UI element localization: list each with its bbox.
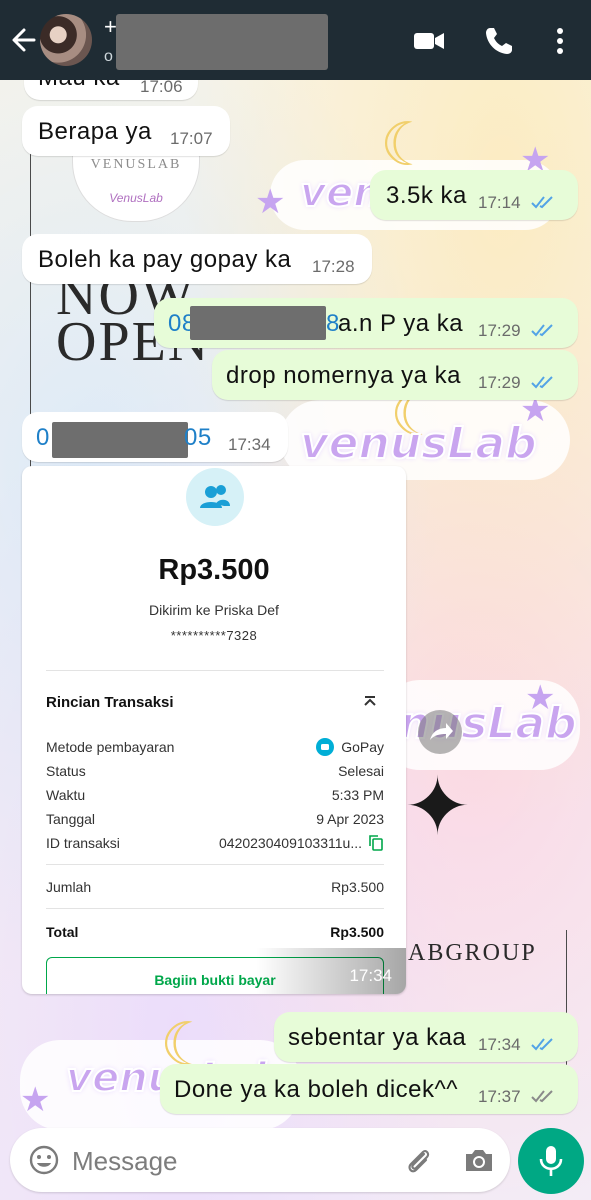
phone-number-link[interactable]: 05 [184, 424, 212, 452]
outgoing-message[interactable]: 3.5k ka 17:14 [370, 170, 578, 220]
badge-title: VENUSLAB [90, 157, 182, 172]
message-text: drop nomernya ya ka [226, 362, 461, 389]
phone-number-link[interactable]: 0 [36, 424, 50, 452]
contact-name[interactable]: + [104, 14, 117, 40]
outgoing-message[interactable]: Done ya ka boleh dicek^^ 17:37 [160, 1064, 578, 1114]
message-time: 17:14 [478, 193, 521, 212]
message-time: 17:34 [349, 966, 392, 985]
more-vert-icon[interactable] [543, 24, 577, 58]
message-time: 17:29 [478, 321, 521, 340]
redacted-phone-number [190, 306, 326, 340]
message-text: Done ya ka boleh dicek^^ [174, 1076, 459, 1103]
divider [46, 864, 384, 865]
receipt-subtotal-value: Rp3.500 [331, 879, 384, 895]
incoming-message[interactable]: Boleh ka pay gopay ka 17:28 [22, 234, 372, 284]
read-ticks-icon [531, 376, 553, 389]
outgoing-message[interactable]: sebentar ya kaa 17:34 [274, 1012, 578, 1062]
receipt-row-value: Selesai [338, 763, 384, 779]
contact-avatar[interactable] [40, 14, 92, 66]
venuslab-logo: venusLab [299, 417, 538, 470]
receipt-total-label: Total [46, 924, 79, 940]
read-ticks-icon [531, 196, 553, 209]
voice-call-icon[interactable] [482, 24, 516, 58]
receipt-row-label: ID transaksi [46, 835, 120, 851]
voice-message-button[interactable] [518, 1128, 584, 1194]
badge-subtitle: VenusLab [109, 191, 163, 205]
message-text: Berapa ya [38, 118, 152, 145]
receipt-row-value: 0420230409103311u... [219, 835, 362, 851]
contact-status[interactable]: o [104, 48, 113, 66]
outgoing-message[interactable]: 08 8 a.n P ya ka 17:29 [154, 298, 578, 348]
receipt-row-label: Metode pembayaran [46, 739, 175, 755]
receipt-row-value: 9 Apr 2023 [316, 811, 384, 827]
read-ticks-icon [531, 324, 553, 337]
receipt-row-label: Waktu [46, 787, 86, 803]
message-time: 17:07 [170, 129, 213, 148]
divider [46, 670, 384, 671]
incoming-message[interactable]: 0 05 17:34 [22, 412, 288, 462]
message-time: 17:34 [478, 1035, 521, 1054]
message-time: 17:29 [478, 373, 521, 392]
receipt-subtotal-label: Jumlah [46, 879, 92, 895]
camera-icon[interactable] [462, 1144, 496, 1176]
receipt-recipient: Dikirim ke Priska Def [149, 602, 279, 618]
transfer-icon [186, 468, 244, 526]
message-text: a.n P ya ka [338, 310, 464, 337]
receipt-image-message[interactable]: Rp3.500 Dikirim ke Priska Def **********… [22, 466, 406, 994]
message-text: Boleh ka pay gopay ka [38, 246, 292, 273]
message-time: 17:37 [478, 1087, 521, 1106]
gopay-icon [316, 738, 334, 756]
receipt-row-value: 5:33 PM [331, 787, 384, 803]
receipt-row-label: Tanggal [46, 811, 96, 827]
receipt-row-value: GoPay [341, 739, 384, 755]
delivered-ticks-icon [531, 1090, 553, 1103]
receipt-total-value: Rp3.500 [330, 924, 384, 940]
outgoing-message[interactable]: drop nomernya ya ka 17:29 [212, 350, 578, 400]
receipt-section-title: Rincian Transaksi [46, 694, 174, 711]
message-composer [10, 1128, 510, 1192]
message-text: 3.5k ka [386, 182, 467, 209]
forward-button[interactable] [418, 710, 462, 754]
forward-icon [430, 723, 453, 740]
video-call-icon[interactable] [412, 24, 446, 58]
message-time: 17:34 [228, 435, 271, 454]
read-ticks-icon [531, 1038, 553, 1051]
incoming-message[interactable]: Berapa ya 17:07 [22, 106, 230, 156]
redacted-phone-number [52, 422, 188, 458]
receipt-account-number: **********7328 [170, 628, 258, 643]
message-time: 17:28 [312, 257, 355, 276]
microphone-icon [539, 1146, 563, 1176]
collapse-icon [364, 696, 376, 706]
wallpaper-group-text: ABGROUP [408, 940, 537, 966]
divider [46, 908, 384, 909]
emoji-icon[interactable] [28, 1144, 60, 1176]
star-icon: ★ [20, 1081, 51, 1119]
attach-icon[interactable] [402, 1144, 434, 1176]
receipt-row-label: Status [46, 763, 86, 779]
chat-header: + o [0, 0, 591, 80]
message-input[interactable] [70, 1138, 394, 1184]
copy-icon [369, 835, 383, 851]
message-time: 17:06 [140, 77, 183, 96]
message-text: sebentar ya kaa [288, 1024, 467, 1051]
star-icon: ★ [255, 183, 286, 221]
receipt-amount: Rp3.500 [158, 554, 270, 586]
sparkle-icon: ✦ [404, 762, 472, 851]
venuslab-badge: VENUSLAB VenusLab [72, 150, 200, 222]
back-arrow-icon[interactable] [10, 22, 38, 58]
redacted-contact-name [116, 14, 328, 70]
